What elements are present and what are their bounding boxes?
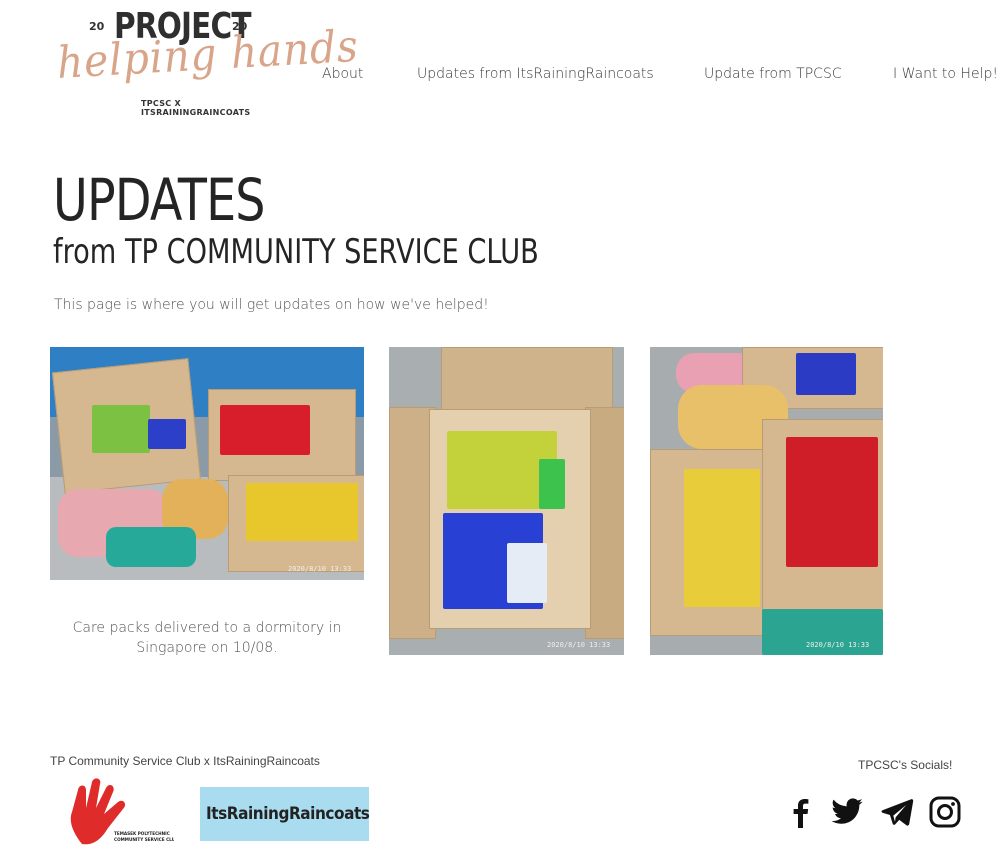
photo-timestamp: 2020/8/10 13:33 xyxy=(547,641,611,649)
care-pack-photo-3[interactable]: 2020/8/10 13:33 xyxy=(650,347,883,655)
twitter-icon[interactable] xyxy=(830,795,864,829)
care-pack-photo-1[interactable]: 2020/8/10 13:33 xyxy=(50,347,364,580)
tpcsc-logo[interactable]: TEMASEK POLYTECHNIC COMMUNITY SERVICE CL… xyxy=(64,778,178,852)
photo-item xyxy=(786,437,878,567)
tpcsc-logo-line-1: TEMASEK POLYTECHNIC xyxy=(114,831,170,836)
telegram-icon[interactable] xyxy=(880,795,914,829)
nav-about[interactable]: About xyxy=(322,66,363,82)
site-logo[interactable]: 20 PROJECT 20 helping hands TPCSC X ITSR… xyxy=(56,4,360,117)
photo-item xyxy=(220,405,310,455)
photo-item xyxy=(684,469,760,607)
photo-item xyxy=(148,419,186,449)
nav-i-want-to-help[interactable]: I Want to Help! xyxy=(893,66,998,82)
footer-credit: TP Community Service Club x ItsRainingRa… xyxy=(50,754,320,768)
photo-timestamp: 2020/8/10 13:33 xyxy=(806,641,870,649)
nav-updates-itsrainingraincoats[interactable]: Updates from ItsRainingRaincoats xyxy=(417,66,654,82)
itsrainingraincoats-logo[interactable]: ItsRainingRaincoats xyxy=(200,787,370,841)
irr-logo-text: ItsRainingRaincoats xyxy=(206,804,370,824)
facebook-icon[interactable] xyxy=(784,795,818,829)
photo-item xyxy=(539,459,565,509)
gallery-caption: Care packs delivered to a dormitory in S… xyxy=(72,620,342,656)
tpcsc-hand-icon: TEMASEK POLYTECHNIC COMMUNITY SERVICE CL… xyxy=(70,778,178,845)
instagram-icon[interactable] xyxy=(928,795,962,829)
photo-item xyxy=(796,353,856,395)
photo-item xyxy=(106,527,196,567)
photo-item xyxy=(507,543,547,603)
intro-text: This page is where you will get updates … xyxy=(54,297,489,313)
tpcsc-logo-line-2: COMMUNITY SERVICE CLUB xyxy=(114,837,174,842)
footer-socials-label: TPCSC's Socials! xyxy=(858,758,953,772)
page-title: UPDATES xyxy=(53,166,265,234)
photo-item xyxy=(246,483,358,541)
photo-item xyxy=(92,405,150,453)
care-pack-photo-2[interactable]: 2020/8/10 13:33 xyxy=(389,347,624,655)
logo-year-left: 20 xyxy=(89,20,105,33)
photo-timestamp: 2020/8/10 13:33 xyxy=(288,565,352,573)
nav-update-tpcsc[interactable]: Update from TPCSC xyxy=(704,66,842,82)
logo-subtitle: TPCSC X ITSRAININGRAINCOATS xyxy=(141,99,251,117)
page-subtitle: from TP COMMUNITY SERVICE CLUB xyxy=(53,232,539,272)
